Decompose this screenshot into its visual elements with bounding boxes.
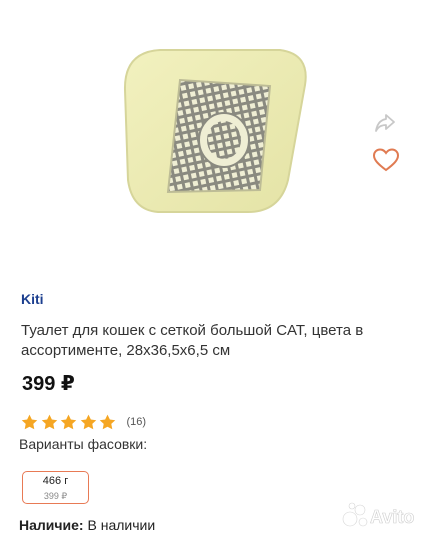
star-icon [41,414,57,430]
product-image-area [0,0,448,270]
product-image[interactable] [120,40,320,220]
variant-weight: 466 г [42,475,69,487]
brand-link[interactable]: Kiti [21,291,44,307]
star-icon [99,414,116,430]
availability-value: В наличии [87,517,156,533]
star-icon [60,414,77,430]
product-title: Туалет для кошек с сеткой большой CAT, ц… [21,322,364,359]
variant-option[interactable]: 466 г 399 ₽ [22,471,89,504]
variant-price: 399 ₽ [43,491,68,501]
product-price: 399 ₽ [22,373,75,395]
avito-logo: Avito [342,502,415,527]
variants-label: Варианты фасовки: [19,436,148,452]
star-icon [80,414,96,430]
availability: Наличие: В наличии [19,517,155,533]
star-icon [21,414,38,430]
rating-count[interactable]: (16) [127,416,147,428]
avito-wordmark: Avito [370,507,414,527]
heart-icon[interactable] [372,147,400,173]
availability-label: Наличие: [19,517,84,533]
share-icon[interactable] [372,110,398,136]
rating[interactable]: (16) [21,412,146,432]
